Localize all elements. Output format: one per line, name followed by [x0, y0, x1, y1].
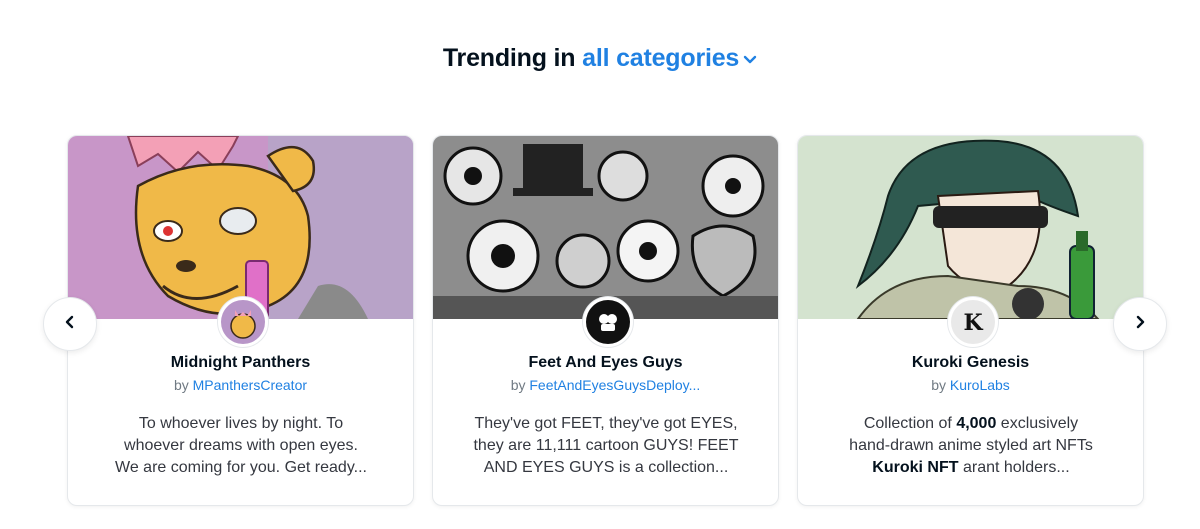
description-line: whoever dreams with open eyes. [124, 437, 358, 454]
chevron-down-icon [743, 43, 757, 72]
collection-banner-image [68, 136, 413, 319]
collection-banner-image [798, 136, 1143, 319]
description-text: Collection of [863, 415, 957, 432]
collection-avatar [583, 297, 633, 347]
description-text: exclusively [996, 415, 1079, 432]
description-bold: 4,000 [956, 415, 997, 432]
by-label: by [931, 377, 946, 393]
collection-description: Collection of 4,000 exclusively hand-dra… [836, 413, 1106, 479]
description-text: arant holders... [958, 459, 1070, 476]
carousel-prev-button[interactable] [43, 297, 97, 351]
by-label: by [173, 377, 189, 393]
avatar-letter: K [963, 310, 983, 336]
collection-card-kuroki-genesis[interactable]: K Kuroki Genesis by KuroLabs Collection … [797, 135, 1144, 506]
description-line: hand-drawn anime styled art NFTs [849, 437, 1093, 454]
carousel-next-button[interactable] [1113, 297, 1167, 351]
creator-link[interactable]: FeetAndEyesGuysDeploy... [529, 377, 700, 393]
collection-banner-image [433, 136, 778, 319]
description-line: Kuroki NFT arant holders... [836, 457, 1106, 479]
description-line: Collection of 4,000 exclusively [836, 413, 1106, 435]
creator-link[interactable]: MPanthersCreator [193, 377, 307, 393]
collection-title[interactable]: Kuroki Genesis [798, 354, 1143, 372]
category-label: all categories [582, 44, 740, 72]
collection-creator-line: by FeetAndEyesGuysDeploy... [433, 377, 778, 393]
collection-avatar: K [948, 297, 998, 347]
collection-avatar [218, 297, 268, 347]
collection-description: To whoever lives by night. To whoever dr… [106, 413, 376, 479]
category-dropdown[interactable]: all categories [582, 44, 757, 72]
by-label: by [510, 377, 526, 393]
collection-card-midnight-panthers[interactable]: Midnight Panthers by MPanthersCreator To… [67, 135, 414, 506]
collection-creator-line: by MPanthersCreator [68, 377, 413, 393]
collection-card-feet-and-eyes-guys[interactable]: Feet And Eyes Guys by FeetAndEyesGuysDep… [432, 135, 779, 506]
description-line: they are 11,111 cartoon GUYS! FEET [473, 437, 739, 454]
chevron-right-icon [1134, 315, 1146, 334]
collection-creator-line: by KuroLabs [798, 377, 1143, 393]
description-line: To whoever lives by night. To [138, 415, 344, 432]
chevron-left-icon [64, 315, 76, 334]
collection-title[interactable]: Feet And Eyes Guys [433, 354, 778, 372]
description-line: AND EYES GUYS is a collection... [483, 459, 729, 476]
heading-prefix: Trending in [442, 44, 576, 72]
collection-description: They've got FEET, they've got EYES, they… [471, 413, 741, 479]
description-bold: Kuroki NFT [872, 459, 959, 476]
description-line: They've got FEET, they've got EYES, [474, 415, 738, 432]
creator-link[interactable]: KuroLabs [950, 377, 1010, 393]
description-line: We are coming for you. Get ready... [115, 459, 367, 476]
section-heading: Trending in all categories [0, 44, 1200, 73]
collection-title[interactable]: Midnight Panthers [68, 354, 413, 372]
